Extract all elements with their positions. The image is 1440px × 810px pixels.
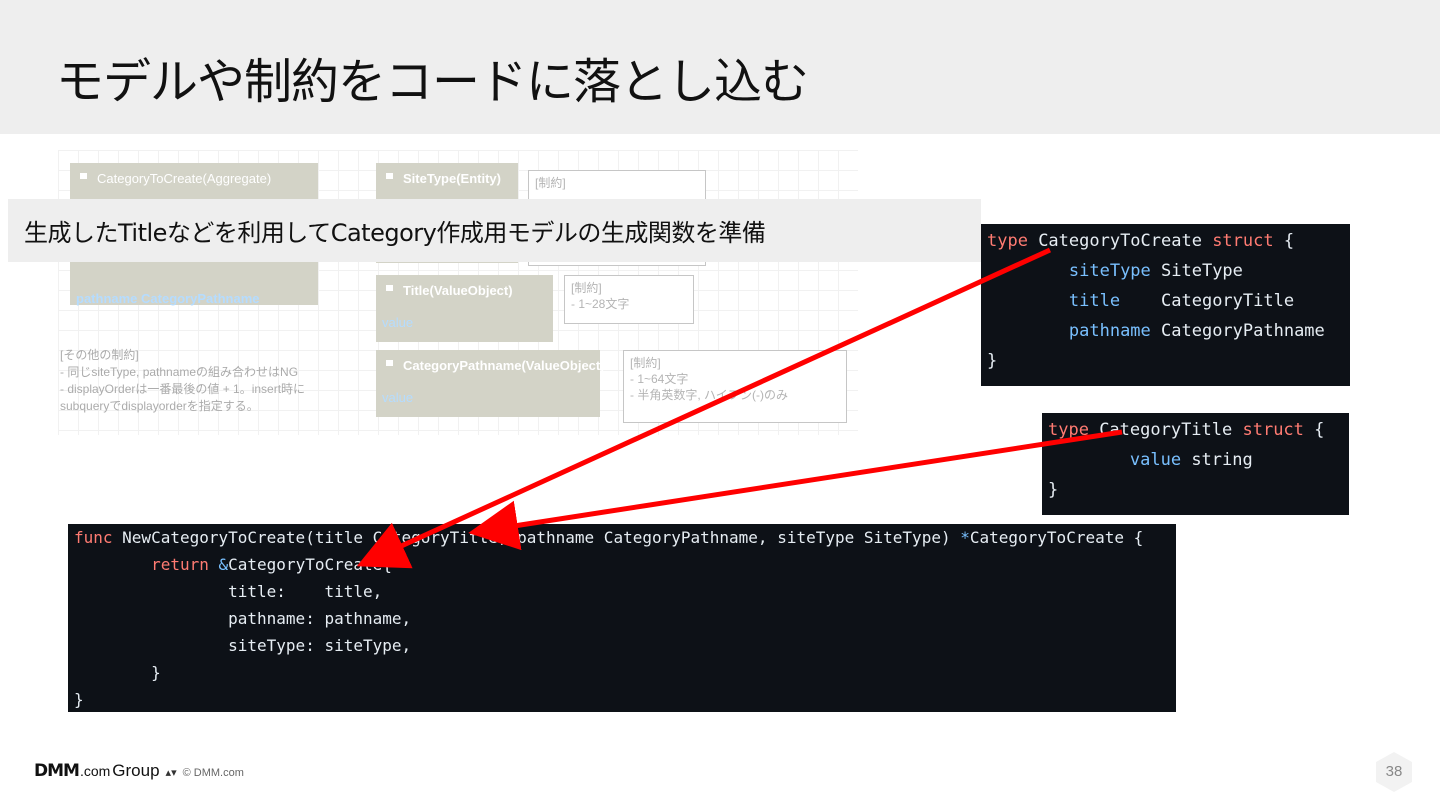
code-text: { — [1273, 231, 1295, 251]
title-box: Title(ValueObject) value — [376, 275, 553, 342]
slide-header: モデルや制約をコードに落とし込む — [0, 0, 1440, 134]
code-keyword: struct — [1242, 420, 1304, 440]
code-text: CategoryToCreate{ — [228, 555, 392, 574]
code-text: title: title, — [228, 582, 383, 601]
domain-model-diagram: CategoryToCreate(Aggregate) pathname Cat… — [58, 150, 858, 435]
code-keyword: type — [1048, 420, 1089, 440]
code-line: siteType: siteType, — [74, 632, 1170, 659]
code-line: siteType SiteType — [987, 256, 1344, 286]
code-new-category-func: func NewCategoryToCreate(title CategoryT… — [68, 524, 1176, 712]
code-text: CategoryPathname — [1150, 321, 1325, 341]
callout-banner: 生成したTitleなどを利用してCategory作成用モデルの生成関数を準備 — [8, 199, 981, 262]
code-line: } — [74, 690, 84, 709]
code-text: CategoryTitle — [1120, 291, 1295, 311]
copyright-text: © DMM.com — [182, 767, 244, 779]
code-keyword: type — [987, 231, 1028, 251]
code-text: CategoryToCreate { — [969, 528, 1144, 547]
code-text: CategoryToCreate — [1027, 231, 1213, 251]
pathname-box-header: CategoryPathname(ValueObject) — [376, 350, 605, 379]
code-operator: & — [218, 555, 229, 574]
code-text: SiteType — [1150, 261, 1243, 281]
code-keyword: func — [74, 528, 113, 547]
code-line: } — [74, 659, 1170, 686]
code-line: value string — [1048, 445, 1343, 475]
code-line: return &CategoryToCreate{ — [74, 551, 1170, 578]
aggregate-box-header: CategoryToCreate(Aggregate) — [70, 163, 318, 192]
code-line: type CategoryToCreate struct { — [987, 226, 1344, 256]
code-field: title — [1068, 291, 1121, 311]
code-operator: * — [960, 528, 970, 547]
code-field: pathname — [1068, 321, 1151, 341]
logo-com-text: .com — [79, 763, 111, 779]
slide-title: モデルや制約をコードに落とし込む — [56, 54, 809, 110]
slide: モデルや制約をコードに落とし込む CategoryToCreate(Aggreg… — [0, 0, 1440, 810]
logo-dmm-text: DMM — [34, 761, 80, 781]
title-box-header: Title(ValueObject) — [376, 275, 553, 304]
code-line: title CategoryTitle — [987, 286, 1344, 316]
code-line: func NewCategoryToCreate(title CategoryT… — [74, 524, 1170, 551]
arrow-title-to-func — [468, 429, 1123, 551]
code-line: title: title, — [74, 578, 1170, 605]
code-keyword: struct — [1212, 231, 1274, 251]
code-keyword: return — [151, 555, 209, 574]
callout-text: 生成したTitleなどを利用してCategory作成用モデルの生成関数を準備 — [24, 219, 766, 247]
code-line: type CategoryTitle struct { — [1048, 415, 1343, 445]
code-line: pathname: pathname, — [74, 605, 1170, 632]
logo-group-text: Group — [112, 761, 160, 780]
code-text: siteType: siteType, — [228, 636, 412, 655]
logo-mark-icon: ▴▾ — [165, 766, 177, 779]
code-line: } — [987, 351, 998, 371]
code-field: value — [1129, 450, 1182, 470]
code-text: CategoryTitle — [1088, 420, 1243, 440]
title-note: [制約] - 1~28文字 — [564, 275, 694, 324]
other-constraints-text: [その他の制約] - 同じsiteType, pathnameの組み合わせはNG… — [60, 348, 306, 413]
code-text: { — [1303, 420, 1325, 440]
code-text: pathname: pathname, — [228, 609, 412, 628]
code-text: NewCategoryToCreate(title CategoryTitle,… — [112, 528, 961, 547]
pathname-box: CategoryPathname(ValueObject) value — [376, 350, 605, 417]
page-number: 38 — [1385, 763, 1403, 780]
sitetype-box-header: SiteType(Entity) — [376, 163, 518, 192]
code-category-title-struct: type CategoryTitle struct { value string… — [1042, 413, 1349, 515]
aggregate-box-field: pathname CategoryPathname — [76, 291, 260, 306]
code-text: } — [151, 663, 161, 682]
page-number-badge: 38 — [1374, 751, 1414, 793]
code-field: siteType — [1068, 261, 1151, 281]
code-text: string — [1181, 450, 1253, 470]
pathname-note: [制約] - 1~64文字 - 半角英数字, ハイフン(-)のみ — [623, 350, 847, 423]
code-line: } — [1048, 480, 1059, 500]
code-line: pathname CategoryPathname — [987, 316, 1344, 346]
company-logo: DMM .com Group ▴▾ © DMM.com — [34, 761, 244, 781]
code-category-to-create-struct: type CategoryToCreate struct { siteType … — [981, 224, 1350, 386]
pathname-box-field: value — [382, 390, 414, 405]
title-box-field: value — [382, 315, 414, 330]
